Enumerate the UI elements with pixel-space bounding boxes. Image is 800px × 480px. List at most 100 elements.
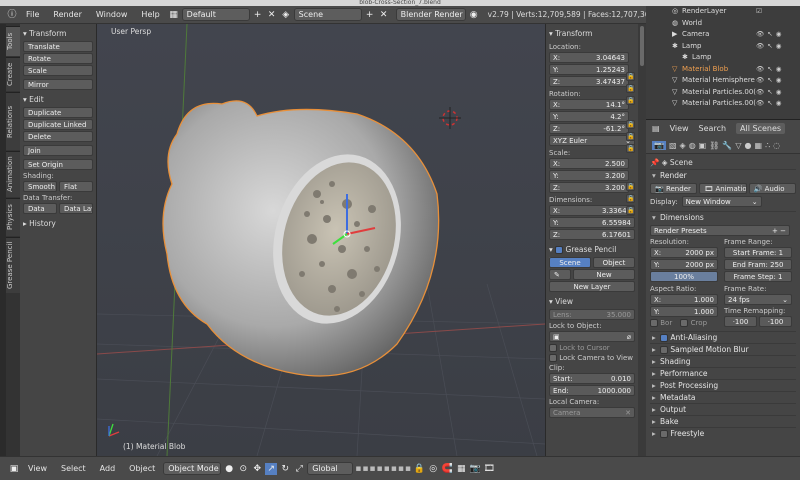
material-blob-object[interactable] [162,100,440,377]
gp-new-layer-button[interactable]: New Layer [549,281,635,292]
scrollbar-thumb[interactable] [640,26,644,66]
render-presets-dropdown[interactable]: Render Presets + − [650,225,790,236]
resolution-percent-slider[interactable]: 100% [650,271,718,282]
lock-camera-checkbox[interactable]: Lock Camera to View [549,353,635,363]
constraints-tab-icon[interactable]: ⛓ [709,141,719,150]
outliner-item[interactable]: ✱ Lamp [646,52,800,64]
3d-viewport[interactable]: User Persp (1) Material Blob [97,24,545,456]
visibility-icons[interactable]: 👁↖◉ [756,87,784,99]
metadata-section-header[interactable]: ▸ Metadata [650,391,796,403]
lock-cursor-checkbox[interactable]: Lock to Cursor [549,343,635,353]
info-editor-icon[interactable]: ⓘ [6,9,18,21]
freestyle-section-header[interactable]: ▸ Freestyle [650,427,796,439]
menu-render[interactable]: Render [47,10,87,19]
close-layout-icon[interactable]: ✕ [266,9,278,21]
output-section-header[interactable]: ▸ Output [650,403,796,415]
resolution-x-field[interactable]: X: 2000 px [650,247,718,258]
mirror-button[interactable]: Mirror [23,79,93,90]
menu-window[interactable]: Window [90,10,134,19]
search-menu[interactable]: Search [699,124,726,133]
manipulator-icon[interactable]: ✥ [251,463,263,475]
aspect-x-field[interactable]: X: 1.000 [650,294,718,305]
rotation-mode-dropdown[interactable]: XYZ Euler ⌄ [549,135,635,146]
scale-z-field[interactable]: Z: 3.200 [549,182,629,193]
opengl-anim-icon[interactable]: 🎞 [483,463,495,475]
outliner-item[interactable]: ▽ Material Hemisphere 👁↖◉ [646,75,800,87]
lock-object-field[interactable]: ▣ ⌀ [549,331,635,342]
translate-manipulator-icon[interactable]: ↗ [265,462,278,475]
scale-y-field[interactable]: Y: 3.200 [549,170,629,181]
delete-button[interactable]: Delete [23,131,93,142]
gp-enable-checkbox[interactable] [555,246,564,254]
tab-tools[interactable]: Tools [6,26,20,56]
flat-button[interactable]: Flat [59,181,93,192]
menu-select[interactable]: Select [55,464,92,473]
gp-scene-button[interactable]: Scene [549,257,591,268]
outliner-item-selected[interactable]: ▽ Material Blob 👁↖◉ [646,64,800,76]
close-icon[interactable]: ✕ [625,408,631,417]
view-panel-header[interactable]: ▾ View [549,296,635,307]
anti-aliasing-checkbox[interactable] [660,334,668,342]
dimensions-x-field[interactable]: X: 3.33649 [549,205,635,216]
menu-help[interactable]: Help [135,10,165,19]
tab-physics[interactable]: Physics [6,198,20,236]
lock-rotation-z-icon[interactable]: 🔒 [626,144,635,153]
transform-panel-header[interactable]: ▾ Transform [23,28,93,39]
audio-button[interactable]: 🔊 Audio [748,183,796,194]
snap-icon[interactable]: 🧲 [441,463,453,475]
lock-scale-z-icon[interactable]: 🔒 [626,206,635,215]
gp-new-button[interactable]: New [573,269,635,280]
scene-tab-icon[interactable]: ◈ [680,141,686,150]
aspect-y-field[interactable]: Y: 1.000 [650,306,718,317]
add-layout-icon[interactable]: + [252,9,264,21]
set-origin-button[interactable]: Set Origin [23,159,93,170]
remap-new-field[interactable]: ·100 [759,316,792,327]
join-button[interactable]: Join [23,145,93,156]
lens-field[interactable]: Lens: 35.000 [549,309,635,320]
performance-section-header[interactable]: ▸ Performance [650,367,796,379]
lock-scale-y-icon[interactable]: 🔒 [626,194,635,203]
editor-type-icon[interactable]: ▣ [8,463,20,475]
outliner-item[interactable]: ▽ Material Particles.00(👁↖◉ [646,98,800,110]
menu-object[interactable]: Object [123,464,161,473]
rotation-z-field[interactable]: Z: -61.2° [549,123,629,134]
start-frame-field[interactable]: Start Frame: 1 [724,247,792,258]
modifiers-tab-icon[interactable]: 🔧 [722,141,732,150]
outliner[interactable]: ◎ RenderLayer ☑ ◍ World ▶ Camera 👁↖◉ ✱ Lamp 👁↖◉… [646,6,800,120]
gp-object-button[interactable]: Object [593,257,635,268]
frame-rate-dropdown[interactable]: 24 fps ⌄ [724,294,792,305]
data-button[interactable]: Data [23,203,57,214]
outliner-item[interactable]: ◍ World [646,18,800,30]
visibility-icons[interactable]: 👁↖◉ [756,64,784,76]
object-tab-icon[interactable]: ▣ [699,141,707,150]
clip-start-field[interactable]: Start: 0.010 [549,373,635,384]
animation-button[interactable]: 🎞 Animation [699,183,747,194]
menu-view[interactable]: View [22,464,53,473]
location-z-field[interactable]: Z: 3.47437 [549,76,629,87]
anti-aliasing-section-header[interactable]: ▸ Anti-Aliasing [650,331,796,343]
layout-selector[interactable]: Default [181,8,250,21]
resolution-y-field[interactable]: Y: 2000 px [650,259,718,270]
duplicate-button[interactable]: Duplicate [23,107,93,118]
history-panel-header[interactable]: ▸ History [23,218,93,229]
n-panel-scrollbar[interactable] [638,24,646,456]
dimensions-y-field[interactable]: Y: 6.55984 [549,217,635,228]
rotate-button[interactable]: Rotate [23,53,93,64]
render-section-header[interactable]: ▾ Render [650,169,796,181]
texture-tab-icon[interactable]: ▦ [755,141,763,150]
outliner-item[interactable]: ▶ Camera 👁↖◉ [646,29,800,41]
lock-layer-icon[interactable]: 🔒 [413,463,425,475]
outliner-item[interactable]: ✱ Lamp 👁↖◉ [646,41,800,53]
scene-selector[interactable]: Scene [293,8,362,21]
clip-end-field[interactable]: End: 1000.000 [549,385,635,396]
rotation-y-field[interactable]: Y: 4.2° [549,111,629,122]
viewport-shading-icon[interactable]: ● [223,463,235,475]
end-frame-field[interactable]: End Fram: 250 [724,259,792,270]
shading-section-header[interactable]: ▸ Shading [650,355,796,367]
remap-old-field[interactable]: ·100 [724,316,757,327]
tab-grease-pencil[interactable]: Grease Pencil [6,237,20,293]
pencil-icon[interactable]: ✎ [549,269,571,280]
post-processing-section-header[interactable]: ▸ Post Processing [650,379,796,391]
mode-dropdown[interactable]: Object Mode [163,462,222,475]
translate-button[interactable]: Translate [23,41,93,52]
